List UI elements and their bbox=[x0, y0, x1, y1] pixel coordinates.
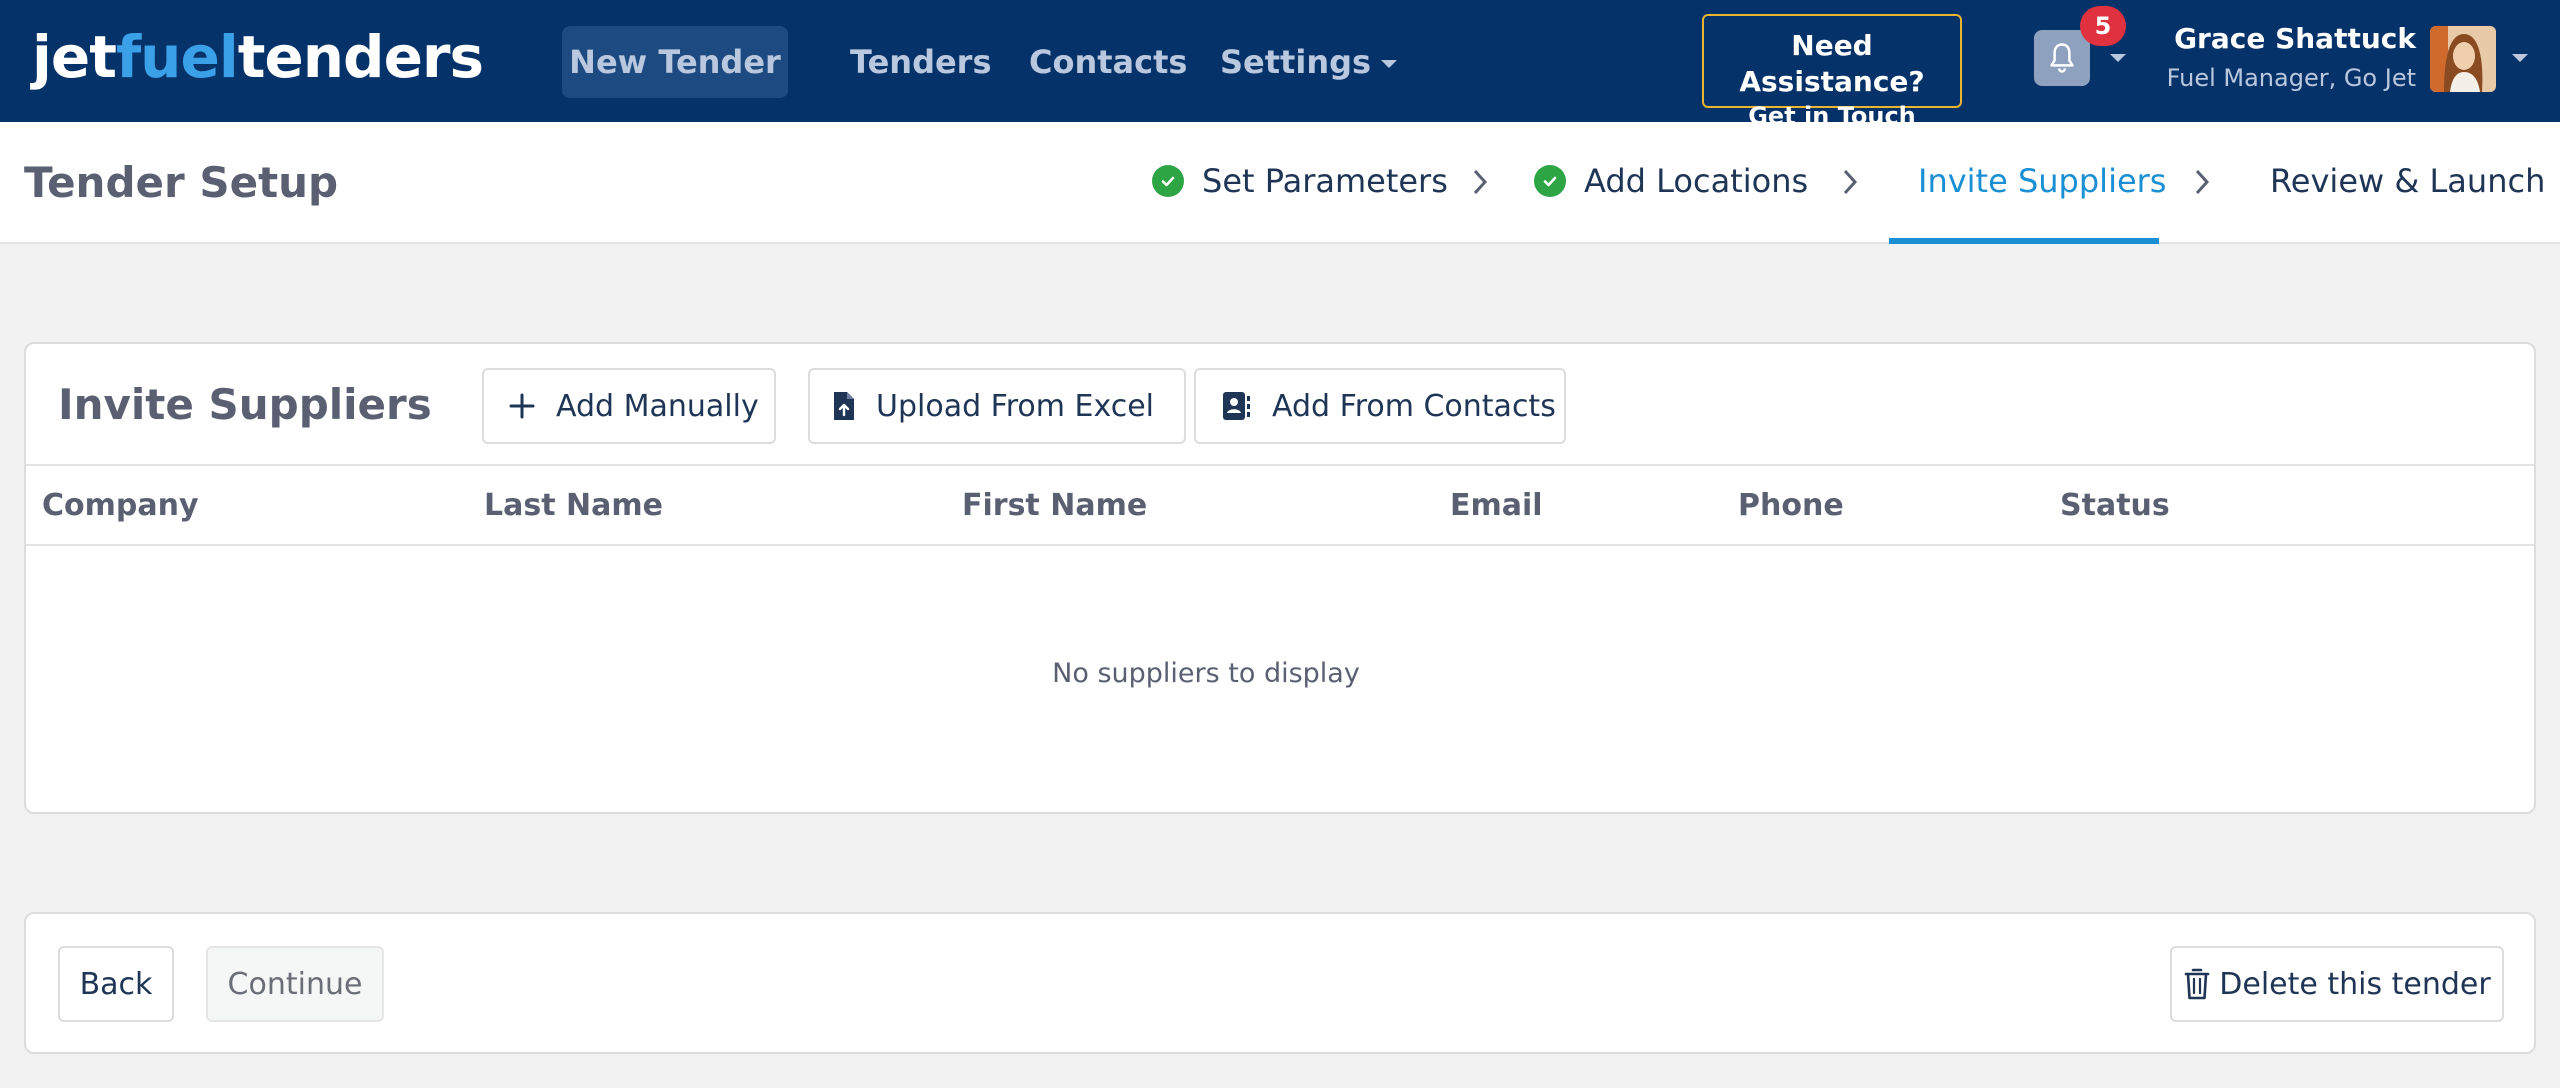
trash-icon bbox=[2183, 967, 2211, 1001]
step-label: Add Locations bbox=[1584, 162, 1809, 200]
avatar[interactable] bbox=[2430, 26, 2496, 92]
plus-icon bbox=[508, 392, 536, 420]
nav-settings-label: Settings bbox=[1220, 43, 1372, 81]
continue-button[interactable]: Continue bbox=[206, 946, 384, 1022]
nav-new-tender[interactable]: New Tender bbox=[562, 26, 788, 98]
column-company[interactable]: Company bbox=[42, 488, 199, 523]
top-navbar: jetfueltenders New Tender Tenders Contac… bbox=[0, 0, 2560, 130]
user-role: Fuel Manager, Go Jet bbox=[2166, 64, 2416, 92]
user-menu-chevron-down-icon[interactable] bbox=[2512, 54, 2528, 62]
add-manually-label: Add Manually bbox=[556, 388, 759, 424]
tender-setup-header: Tender Setup Set Parameters Add Location… bbox=[0, 122, 2560, 244]
nav-contacts[interactable]: Contacts bbox=[1029, 26, 1187, 98]
add-from-contacts-button[interactable]: Add From Contacts bbox=[1194, 368, 1566, 444]
jetfueltenders-logo[interactable]: jetfueltenders bbox=[32, 24, 484, 90]
active-step-indicator bbox=[1889, 238, 2159, 244]
column-phone[interactable]: Phone bbox=[1738, 488, 1844, 523]
avatar-image bbox=[2430, 26, 2496, 92]
column-first-name[interactable]: First Name bbox=[962, 488, 1147, 523]
footer-actions: Back Continue Delete this tender bbox=[24, 912, 2536, 1054]
step-set-parameters[interactable]: Set Parameters bbox=[1152, 162, 1448, 200]
notifications-chevron-down-icon[interactable] bbox=[2110, 54, 2126, 62]
chevron-right-icon bbox=[1843, 169, 1858, 195]
chevron-right-icon bbox=[2195, 169, 2210, 195]
nav-tenders[interactable]: Tenders bbox=[850, 26, 992, 98]
upload-from-excel-label: Upload From Excel bbox=[876, 388, 1154, 424]
step-review-launch[interactable]: Review & Launch bbox=[2270, 162, 2545, 200]
suppliers-table-header: Company Last Name First Name Email Phone… bbox=[26, 464, 2534, 546]
check-circle-icon bbox=[1534, 165, 1566, 197]
step-label: Set Parameters bbox=[1202, 162, 1448, 200]
assistance-button[interactable]: Need Assistance? Get in Touch bbox=[1702, 14, 1962, 130]
check-circle-icon bbox=[1152, 165, 1184, 197]
delete-tender-label: Delete this tender bbox=[2219, 966, 2491, 1002]
notification-count-badge: 5 bbox=[2080, 6, 2126, 46]
column-status[interactable]: Status bbox=[2060, 488, 2170, 523]
column-last-name[interactable]: Last Name bbox=[484, 488, 663, 523]
empty-table-message: No suppliers to display bbox=[1052, 658, 1360, 689]
chevron-down-icon bbox=[1381, 60, 1398, 68]
column-email[interactable]: Email bbox=[1450, 488, 1543, 523]
address-book-icon bbox=[1220, 390, 1252, 422]
step-label: Review & Launch bbox=[2270, 162, 2546, 200]
add-manually-button[interactable]: Add Manually bbox=[482, 368, 776, 444]
assistance-title: Need Assistance? bbox=[1739, 29, 1925, 98]
page-title: Tender Setup bbox=[24, 158, 339, 207]
user-name[interactable]: Grace Shattuck bbox=[2174, 22, 2416, 55]
invite-suppliers-card: Invite Suppliers Add Manually Upload Fro… bbox=[24, 342, 2536, 814]
step-invite-suppliers[interactable]: Invite Suppliers bbox=[1918, 162, 2166, 200]
step-add-locations[interactable]: Add Locations bbox=[1534, 162, 1808, 200]
bell-icon bbox=[2050, 43, 2074, 73]
back-button[interactable]: Back bbox=[58, 946, 174, 1022]
card-title: Invite Suppliers bbox=[58, 380, 432, 429]
step-label: Invite Suppliers bbox=[1918, 162, 2167, 200]
chevron-right-icon bbox=[1473, 169, 1488, 195]
delete-tender-button[interactable]: Delete this tender bbox=[2170, 946, 2504, 1022]
add-from-contacts-label: Add From Contacts bbox=[1272, 388, 1556, 424]
notifications-button[interactable] bbox=[2034, 30, 2090, 86]
upload-from-excel-button[interactable]: Upload From Excel bbox=[808, 368, 1186, 444]
nav-settings[interactable]: Settings bbox=[1220, 26, 1398, 98]
file-upload-icon bbox=[832, 390, 856, 422]
